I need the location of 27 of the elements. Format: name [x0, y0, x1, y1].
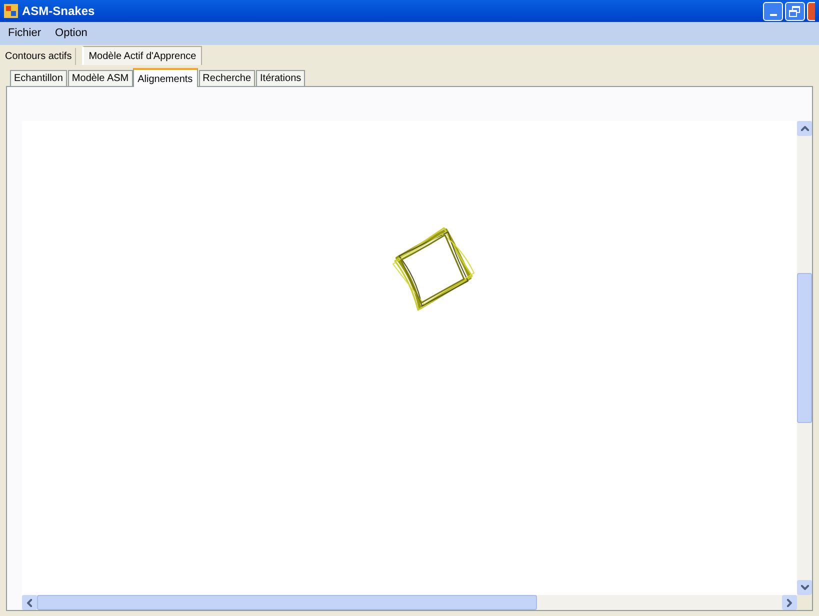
chevron-up-icon — [800, 126, 808, 131]
scroll-left-button[interactable] — [22, 595, 37, 610]
menu-item[interactable]: Fichier — [8, 25, 42, 42]
close-button[interactable] — [807, 2, 815, 20]
tab[interactable]: Recherche — [198, 70, 256, 86]
tab[interactable]: Itérations — [256, 70, 306, 86]
minimize-button[interactable] — [763, 2, 783, 20]
window-title: ASM-Snakes — [22, 3, 95, 20]
tab[interactable]: Modèle Actif d'Apprence — [82, 46, 202, 65]
horizontal-scrollbar[interactable] — [22, 595, 797, 610]
tab[interactable]: Contours actifs — [2, 48, 76, 65]
chevron-right-icon — [787, 598, 792, 606]
tab[interactable]: Modèle ASM — [68, 70, 133, 86]
scroll-thumb[interactable] — [797, 273, 812, 423]
app-icon — [4, 4, 18, 18]
scroll-up-button[interactable] — [797, 121, 812, 136]
tab[interactable]: Echantillon — [10, 70, 67, 86]
tab[interactable]: Alignements — [132, 68, 198, 87]
menu-item[interactable]: Option — [55, 25, 88, 42]
vertical-scrollbar[interactable] — [797, 121, 812, 595]
chevron-down-icon — [800, 585, 808, 590]
scroll-thumb[interactable] — [37, 595, 537, 610]
scroll-right-button[interactable] — [782, 595, 797, 610]
scroll-down-button[interactable] — [797, 580, 812, 595]
restore-button[interactable] — [785, 2, 805, 20]
scrollbar-corner — [797, 595, 812, 610]
chevron-left-icon — [27, 598, 32, 606]
